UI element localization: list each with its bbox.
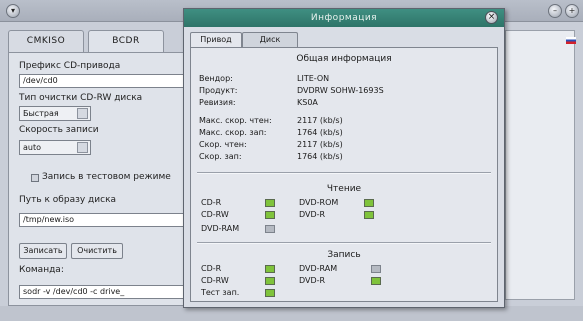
info-key: Вендор:: [199, 74, 233, 83]
image-path-label: Путь к образу диска: [19, 195, 117, 205]
status-strip: [0, 306, 583, 321]
write-cdrw-indicator: [265, 277, 275, 285]
image-path-input[interactable]: /tmp/new.iso: [19, 213, 189, 227]
write-cdr-indicator: [265, 265, 275, 273]
tab-drive[interactable]: Привод: [190, 32, 242, 47]
write-speed-select[interactable]: auto: [19, 140, 91, 155]
write-dvdr-label: DVD-R: [299, 276, 326, 285]
tab-cmkiso[interactable]: CMKISO: [8, 30, 84, 52]
info-key: Ревизия:: [199, 98, 236, 107]
minimize-button[interactable]: –: [548, 4, 562, 18]
info-key: Продукт:: [199, 86, 238, 95]
window-menu-button[interactable]: ▾: [6, 4, 20, 18]
info-value: LITE-ON: [297, 74, 330, 83]
divider: [197, 242, 491, 244]
test-mode-checkbox[interactable]: [31, 174, 39, 182]
chevron-down-icon: [77, 142, 88, 153]
read-cdr-indicator: [265, 199, 275, 207]
write-cdrw-label: CD-RW: [201, 276, 229, 285]
info-key: Макс. скор. чтен:: [199, 116, 272, 125]
read-cdrw-label: CD-RW: [201, 210, 229, 219]
right-content-area: [505, 30, 575, 300]
erase-type-select[interactable]: Быстрая: [19, 106, 91, 121]
maximize-button[interactable]: +: [565, 4, 579, 18]
info-key: Макс. скор. зап:: [199, 128, 267, 137]
write-dvdram-indicator: [371, 265, 381, 273]
test-mode-label: Запись в тестовом режиме: [42, 172, 171, 182]
read-dvdram-label: DVD-RAM: [201, 224, 240, 233]
info-key: Скор. зап:: [199, 152, 242, 161]
info-dialog: Информация × Привод Диск Общая информаци…: [183, 8, 505, 308]
cd-prefix-input[interactable]: /dev/cd0: [19, 74, 189, 88]
burn-settings-panel: Префикс CD-привода /dev/cd0 Тип очистки …: [8, 52, 189, 306]
read-dvdr-indicator: [364, 211, 374, 219]
info-value: 2117 (kb/s): [297, 116, 343, 125]
close-icon[interactable]: ×: [485, 11, 498, 24]
command-input[interactable]: sodr -v /dev/cd0 -c drive_: [19, 285, 189, 299]
read-dvdrom-label: DVD-ROM: [299, 198, 339, 207]
chevron-down-icon: [77, 108, 88, 119]
write-cdr-label: CD-R: [201, 264, 222, 273]
read-heading: Чтение: [326, 184, 362, 194]
dialog-body: Общая информация Вендор: LITE-ON Продукт…: [190, 47, 498, 302]
command-label: Команда:: [19, 265, 64, 275]
clear-button[interactable]: Очистить: [71, 243, 123, 259]
read-cdrw-indicator: [265, 211, 275, 219]
read-dvdram-indicator: [265, 225, 275, 233]
divider: [197, 172, 491, 174]
info-value: 1764 (kb/s): [297, 128, 343, 137]
read-dvdr-label: DVD-R: [299, 210, 326, 219]
write-dvdr-indicator: [371, 277, 381, 285]
info-value: DVDRW SOHW-1693S: [297, 86, 384, 95]
write-test-indicator: [265, 289, 275, 297]
info-value: KS0A: [297, 98, 318, 107]
write-button[interactable]: Записать: [19, 243, 67, 259]
erase-type-value: Быстрая: [23, 109, 59, 118]
info-value: 1764 (kb/s): [297, 152, 343, 161]
write-speed-label: Скорость записи: [19, 125, 99, 135]
dialog-title: Информация: [184, 9, 504, 27]
info-key: Скор. чтен:: [199, 140, 247, 149]
read-cdr-label: CD-R: [201, 198, 222, 207]
write-speed-value: auto: [23, 143, 42, 152]
write-test-label: Тест зап.: [201, 288, 240, 297]
tab-disc[interactable]: Диск: [242, 32, 298, 47]
write-heading: Запись: [327, 250, 361, 260]
general-info-heading: Общая информация: [296, 54, 392, 64]
erase-type-label: Тип очистки CD-RW диска: [19, 93, 143, 103]
tab-bcdr[interactable]: BCDR: [88, 30, 164, 52]
language-flag-icon[interactable]: [566, 37, 576, 44]
info-value: 2117 (kb/s): [297, 140, 343, 149]
cd-prefix-label: Префикс CD-привода: [19, 61, 121, 71]
write-dvdram-label: DVD-RAM: [299, 264, 338, 273]
read-dvdrom-indicator: [364, 199, 374, 207]
